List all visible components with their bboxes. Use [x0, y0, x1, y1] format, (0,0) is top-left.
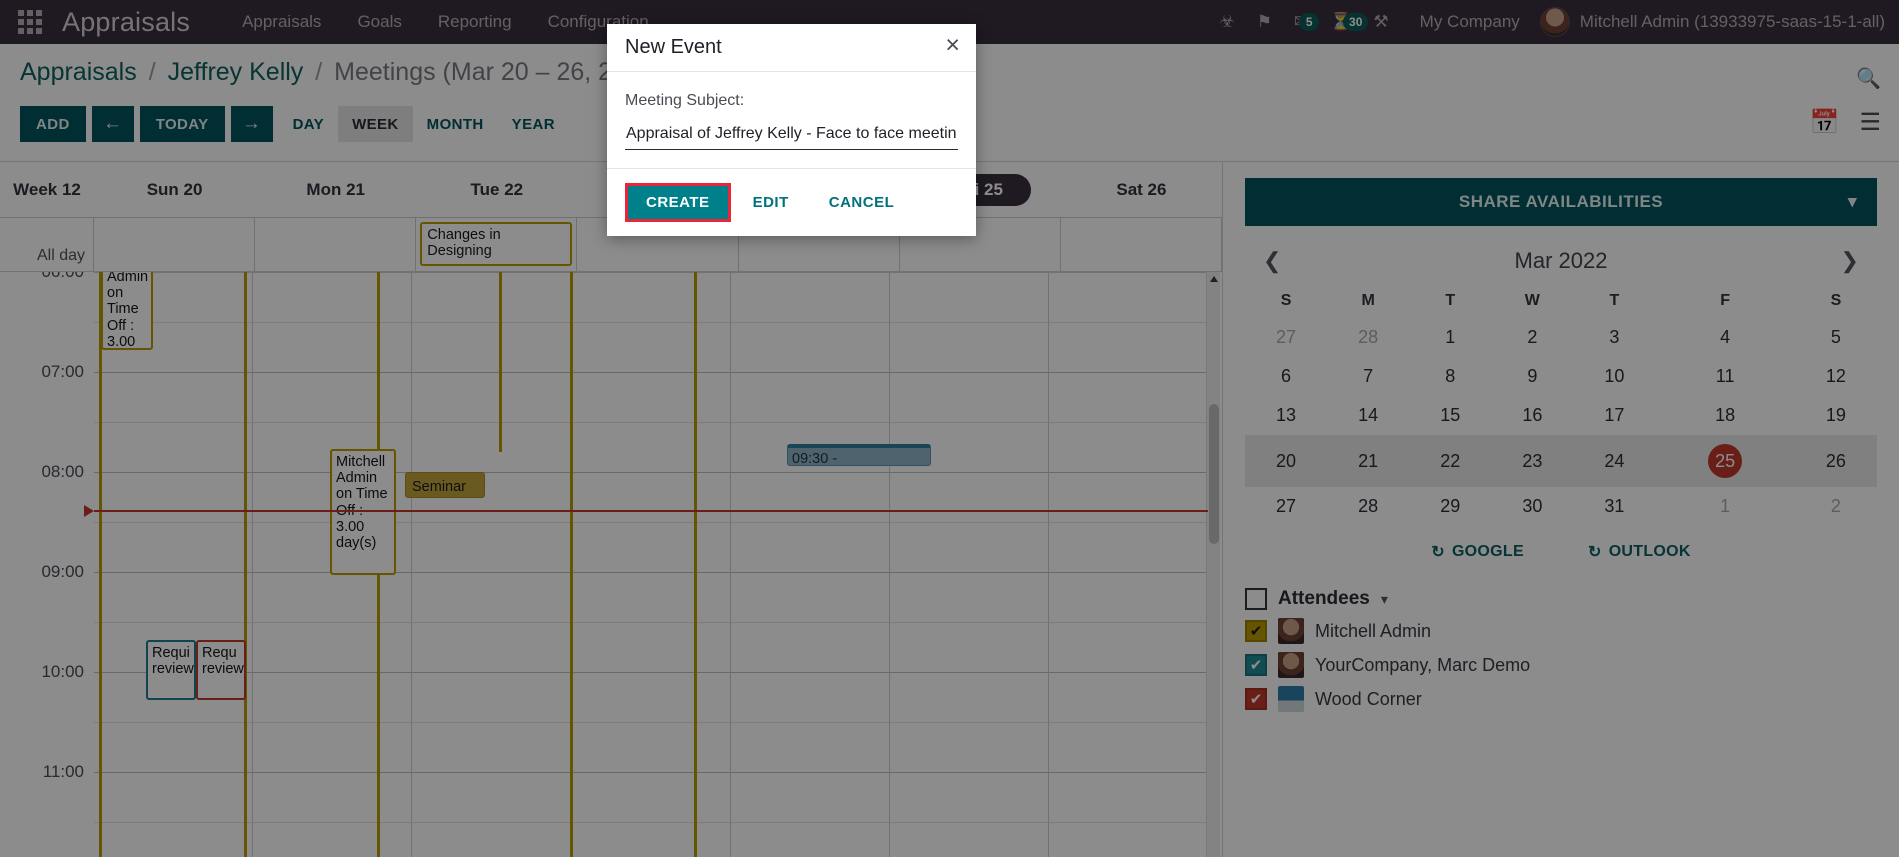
create-button[interactable]: CREATE	[625, 183, 731, 222]
modal-body: Meeting Subject:	[607, 72, 976, 168]
meeting-subject-input[interactable]	[625, 122, 958, 150]
meeting-subject-label: Meeting Subject:	[625, 92, 745, 109]
odoo-appraisals-calendar-page: Appraisals Appraisals Goals Reporting Co…	[0, 0, 1899, 857]
cancel-button[interactable]: CANCEL	[811, 184, 913, 221]
edit-button[interactable]: EDIT	[735, 184, 807, 221]
modal-footer: CREATE EDIT CANCEL	[607, 168, 976, 236]
modal-title: New Event	[625, 36, 722, 58]
new-event-modal: New Event × Meeting Subject: CREATE EDIT…	[607, 24, 976, 236]
modal-header: New Event ×	[607, 24, 976, 72]
close-icon[interactable]: ×	[945, 33, 960, 58]
